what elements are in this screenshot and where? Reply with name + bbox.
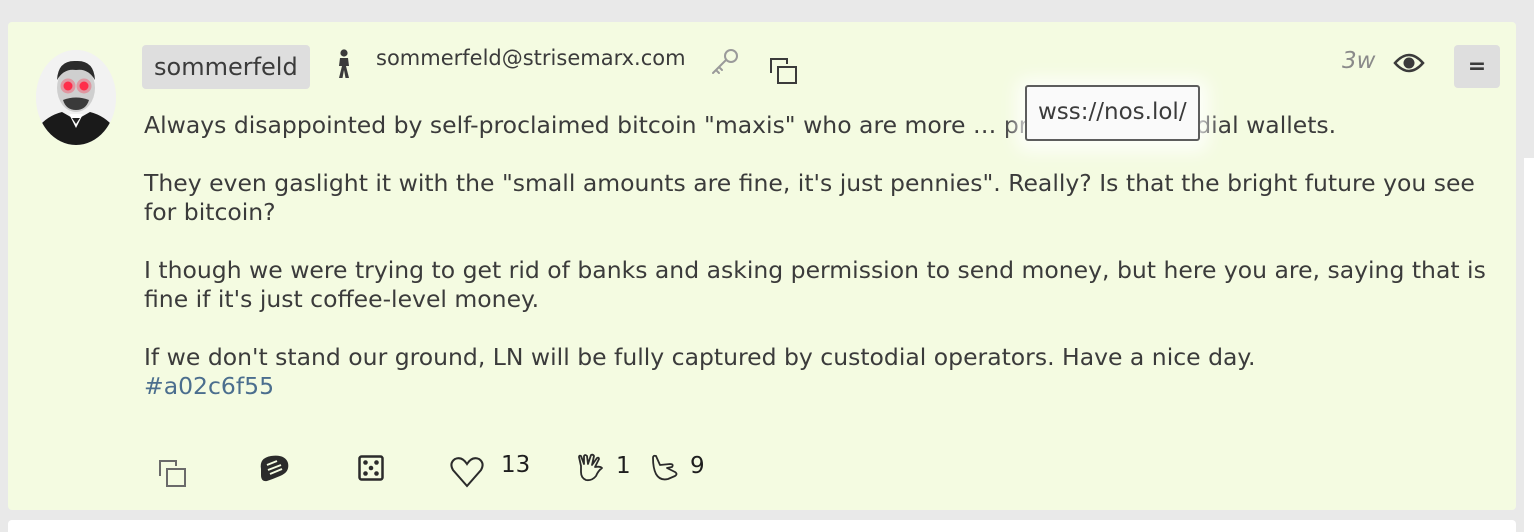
copy-icon[interactable] xyxy=(770,58,798,84)
post-content: Always disappointed by self-proclaimed b… xyxy=(144,111,1494,401)
copy-action-icon[interactable] xyxy=(159,460,187,492)
hashtag-link[interactable]: #a02c6f55 xyxy=(144,372,274,400)
username-badge[interactable]: sommerfeld xyxy=(142,45,310,89)
relay-tooltip: wss://nos.lol/ xyxy=(1025,85,1200,141)
key-icon[interactable] xyxy=(710,48,740,76)
dice-icon[interactable] xyxy=(358,455,384,485)
person-icon xyxy=(333,49,355,79)
post-timestamp: 3w xyxy=(1342,48,1376,74)
post-paragraph-text: If we don't stand our ground, LN will be… xyxy=(144,343,1256,371)
avatar[interactable] xyxy=(36,50,116,145)
page-edge-strip xyxy=(1524,158,1534,532)
call-me-hand-icon[interactable] xyxy=(650,452,680,486)
heart-icon[interactable] xyxy=(450,456,484,492)
post-paragraph: If we don't stand our ground, LN will be… xyxy=(144,343,1494,401)
steak-icon[interactable] xyxy=(257,453,291,487)
reaction2-count: 9 xyxy=(690,453,705,479)
menu-button[interactable]: = xyxy=(1454,45,1500,88)
next-post-card-edge xyxy=(8,520,1516,532)
post-paragraph: They even gaslight it with the "small am… xyxy=(144,169,1475,226)
nip05-address: sommerfeld@strisemarx.com xyxy=(376,46,686,70)
post-paragraph: I though we were trying to get rid of ba… xyxy=(144,256,1486,313)
reaction1-count: 1 xyxy=(616,453,631,479)
vulcan-salute-icon[interactable] xyxy=(576,452,606,486)
like-count: 13 xyxy=(501,452,531,478)
eye-icon[interactable] xyxy=(1393,50,1425,76)
post-paragraph: Always disappointed by self-proclaimed b… xyxy=(144,111,1337,139)
